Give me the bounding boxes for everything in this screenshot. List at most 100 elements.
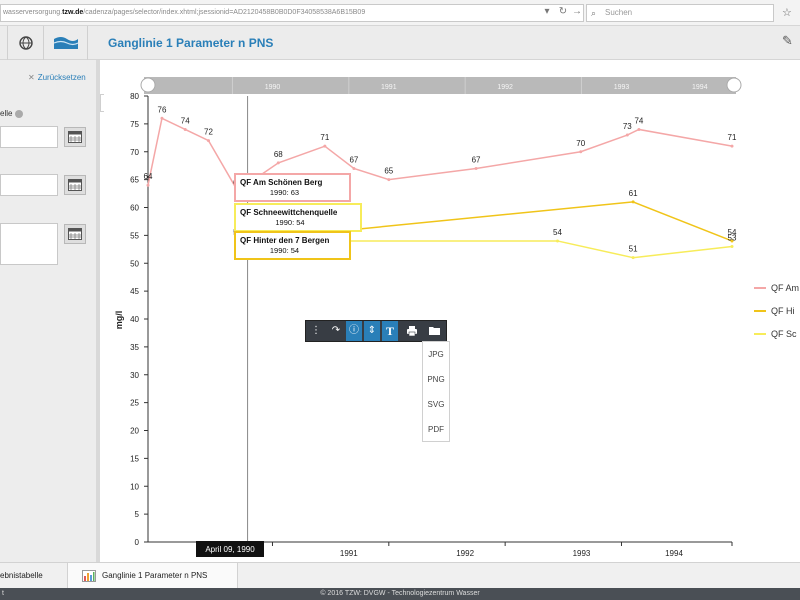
star-icon[interactable]: ☆ <box>782 6 792 19</box>
redo-icon[interactable]: ↷ <box>328 321 344 341</box>
data-point[interactable] <box>730 245 734 249</box>
info-icon[interactable] <box>15 109 24 118</box>
data-label: 67 <box>472 155 481 164</box>
y-tick-label: 10 <box>130 482 139 491</box>
export-pdf[interactable]: PDF <box>423 417 449 442</box>
legend-label[interactable]: QF Am <box>771 283 799 293</box>
tab-result-table[interactable]: ebnistabelle <box>0 563 68 589</box>
legend-label[interactable]: QF Sc <box>771 329 797 339</box>
data-point[interactable] <box>206 139 210 143</box>
address-bar[interactable]: wasserversorgung.tzw.de/cadenza/pages/se… <box>0 4 584 22</box>
x-tick-label: 1992 <box>456 549 474 558</box>
forward-icon[interactable]: → <box>570 5 584 19</box>
page-title: Ganglinie 1 Parameter n PNS <box>108 36 274 50</box>
y-axis-label: mg/l <box>114 311 124 330</box>
text-icon: T <box>385 324 394 338</box>
field-label: elle <box>0 109 24 118</box>
footer-text: © 2016 TZW: DVGW - Technologiezentrum Wa… <box>320 590 480 597</box>
browser-toolbar: wasserversorgung.tzw.de/cadenza/pages/se… <box>0 0 800 26</box>
y-tick-label: 75 <box>130 120 139 129</box>
navigator-label: 1992 <box>497 84 513 91</box>
y-tick-label: 55 <box>130 231 139 240</box>
date-to-input[interactable] <box>0 174 58 196</box>
y-tick-label: 0 <box>135 538 140 547</box>
export-jpg[interactable]: JPG <box>423 342 449 367</box>
globe-button[interactable] <box>8 26 44 60</box>
water-pipe-icon <box>53 37 79 49</box>
y-tick-label: 5 <box>135 510 140 519</box>
calendar-to-button[interactable] <box>64 175 86 195</box>
field-label-text: elle <box>0 109 13 118</box>
line-chart[interactable]: 1990 1991 1992 1993 1994 0 5 10 15 20 25 30 35 40 45 50… <box>104 60 800 562</box>
x-tick-label: 1991 <box>340 549 358 558</box>
header-edge <box>0 26 8 60</box>
text-button[interactable]: T <box>382 321 398 341</box>
data-point[interactable] <box>323 144 327 148</box>
data-point[interactable] <box>579 150 583 154</box>
data-label: 61 <box>629 189 638 198</box>
data-label: 74 <box>634 116 643 125</box>
y-tick-label: 70 <box>130 148 139 157</box>
tab-label: ebnistabelle <box>0 571 43 580</box>
data-point[interactable] <box>160 116 164 120</box>
navigator-label: 1991 <box>381 84 397 91</box>
url-prefix: wasserversorgung. <box>3 9 63 16</box>
calendar-icon <box>68 131 82 143</box>
data-label: 71 <box>320 133 329 142</box>
bottom-tabs: ebnistabelle Ganglinie 1 Parameter n PNS <box>0 562 800 589</box>
data-label: 68 <box>274 150 283 159</box>
edit-icon[interactable]: ✎ <box>782 33 793 49</box>
x-tick-label: 1993 <box>573 549 591 558</box>
legend-label[interactable]: QF Hi <box>771 306 795 316</box>
navigator-handle-right[interactable] <box>726 77 742 93</box>
app-header: Ganglinie 1 Parameter n PNS ✎ <box>0 26 800 60</box>
data-point[interactable] <box>730 144 734 148</box>
data-label: 70 <box>576 139 585 148</box>
calendar-extra-button[interactable] <box>64 224 86 244</box>
date-from-input[interactable] <box>0 126 58 148</box>
y-tick-label: 65 <box>130 176 139 185</box>
data-label: 65 <box>384 167 393 176</box>
calendar-icon <box>68 228 82 240</box>
data-label: 71 <box>728 133 737 142</box>
grip-icon[interactable]: ⋮ <box>308 321 324 341</box>
data-point[interactable] <box>387 178 391 182</box>
reload-icon[interactable]: ↻ <box>556 5 570 19</box>
tab-ganglinie[interactable]: Ganglinie 1 Parameter n PNS <box>68 563 238 589</box>
data-label: 53 <box>728 234 737 243</box>
data-point[interactable] <box>637 127 641 131</box>
browser-search-input[interactable]: ⌕ Suchen <box>586 4 774 22</box>
data-point[interactable] <box>631 256 635 260</box>
print-icon <box>407 326 417 337</box>
zoom-toggle-button[interactable]: ⇕ <box>364 321 380 341</box>
data-point[interactable] <box>352 166 356 170</box>
tooltip-title: QF Am Schönen Berg <box>240 178 322 187</box>
data-point[interactable] <box>631 200 635 204</box>
data-point[interactable] <box>474 166 478 170</box>
dropdown-icon[interactable]: ▾ <box>540 5 554 19</box>
reset-link[interactable]: ✕ Zurücksetzen <box>28 73 86 82</box>
data-point[interactable] <box>183 127 187 131</box>
export-button[interactable] <box>426 321 442 341</box>
tooltip-value: 1990: 63 <box>270 188 299 197</box>
calendar-from-button[interactable] <box>64 127 86 147</box>
export-svg[interactable]: SVG <box>423 392 449 417</box>
data-point[interactable] <box>146 183 150 187</box>
y-tick-label: 35 <box>130 343 139 352</box>
reset-label: Zurücksetzen <box>37 73 86 82</box>
data-point[interactable] <box>625 133 629 137</box>
info-button[interactable]: ⓘ <box>346 321 362 341</box>
search-icon: ⌕ <box>591 8 597 18</box>
data-label: 54 <box>553 228 562 237</box>
data-point[interactable] <box>555 239 559 243</box>
y-tick-label: 50 <box>130 259 139 268</box>
sidebar: ✕ Zurücksetzen elle <box>0 60 100 562</box>
selection-textarea[interactable] <box>0 223 58 265</box>
data-label: 51 <box>629 245 638 254</box>
export-png[interactable]: PNG <box>423 367 449 392</box>
water-button[interactable] <box>44 26 88 60</box>
data-point[interactable] <box>276 161 280 165</box>
navigator-handle-left[interactable] <box>140 77 156 93</box>
print-button[interactable] <box>404 321 420 341</box>
navigator-label: 1990 <box>265 84 281 91</box>
